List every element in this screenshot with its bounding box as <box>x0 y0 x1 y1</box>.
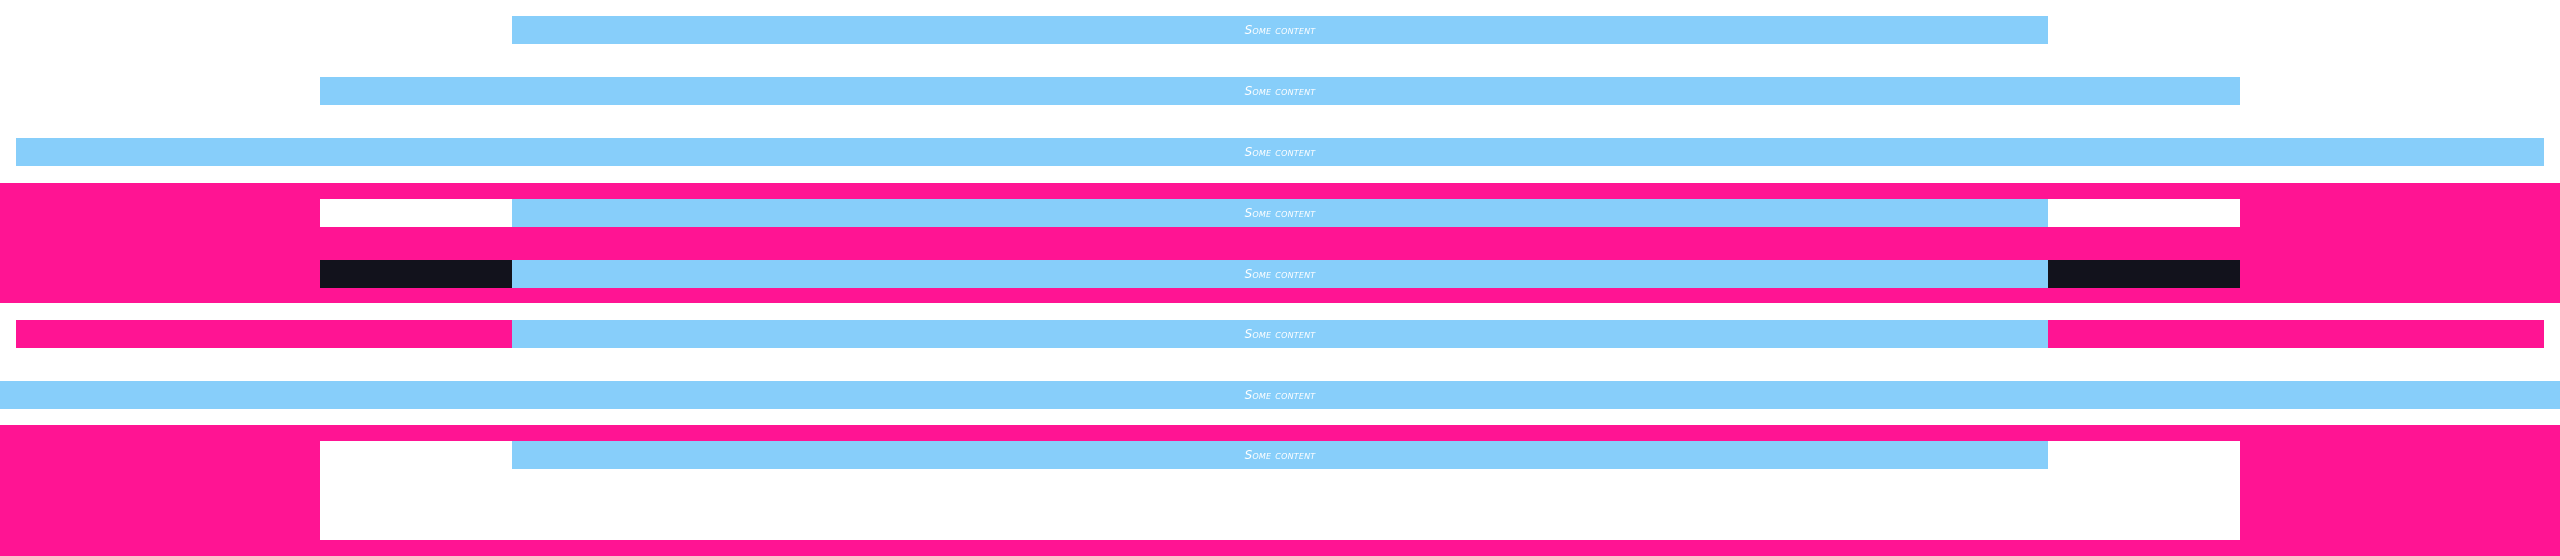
content-bar: Some content <box>0 381 2560 409</box>
content-bar: Some content <box>512 16 2048 44</box>
content-bar: Some content <box>512 320 2048 348</box>
content-label: Some content <box>1244 206 1316 220</box>
content-label: Some content <box>1244 327 1316 341</box>
content-bar: Some content <box>512 199 2048 227</box>
content-label: Some content <box>1244 267 1316 281</box>
content-bar: Some content <box>16 138 2544 166</box>
content-bar: Some content <box>512 260 2048 288</box>
content-label: Some content <box>1244 448 1316 462</box>
content-bar: Some content <box>320 77 2240 105</box>
content-label: Some content <box>1244 388 1316 402</box>
content-label: Some content <box>1244 84 1316 98</box>
content-bar: Some content <box>512 441 2048 469</box>
content-label: Some content <box>1244 145 1316 159</box>
content-label: Some content <box>1244 23 1316 37</box>
